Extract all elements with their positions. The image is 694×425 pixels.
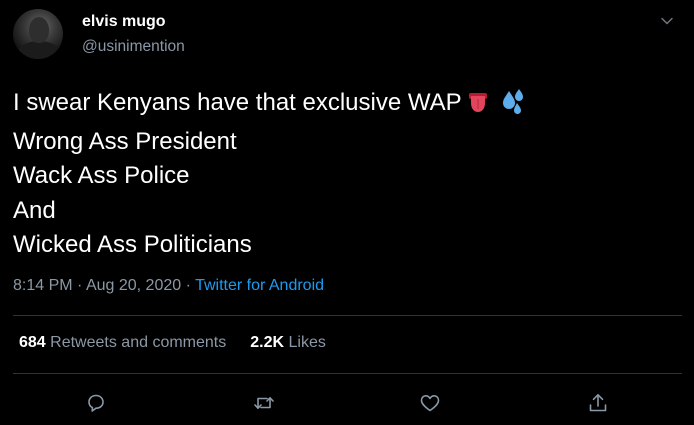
likes-stat[interactable]: 2.2K Likes (250, 334, 326, 351)
retweets-label: Retweets and comments (50, 334, 227, 351)
tweet-line-2: Wrong Ass President (13, 127, 237, 155)
tweet-date[interactable]: Aug 20, 2020 (86, 277, 181, 294)
sweat-droplets-emoji-icon (500, 88, 526, 125)
meta-separator-2: · (185, 277, 191, 294)
tweet-time[interactable]: 8:14 PM (13, 277, 73, 294)
tweet-line-4: And (13, 196, 56, 224)
tweet-line-1: I swear Kenyans have that exclusive WAP (13, 86, 526, 125)
share-icon[interactable] (586, 391, 610, 415)
tweet-card: elvis mugo @usinimention I swear Kenyans… (0, 0, 694, 425)
user-handle[interactable]: @usinimention (82, 37, 185, 57)
tweet-stats: 684 Retweets and comments 2.2K Likes (19, 333, 326, 353)
avatar-shoulders (17, 41, 61, 59)
like-icon[interactable] (418, 391, 442, 415)
tweet-meta: 8:14 PM · Aug 20, 2020 · Twitter for And… (13, 276, 324, 296)
likes-label: Likes (288, 334, 326, 351)
tweet-line-1-text: I swear Kenyans have that exclusive WAP (13, 89, 462, 116)
meta-separator: · (77, 277, 83, 294)
retweet-icon[interactable] (252, 391, 276, 415)
tweet-text: I swear Kenyans have that exclusive WAP … (13, 86, 526, 263)
tongue-emoji-icon (466, 90, 490, 125)
retweets-count: 684 (19, 334, 46, 351)
avatar[interactable] (13, 9, 63, 59)
tweet-source-link[interactable]: Twitter for Android (195, 277, 324, 294)
divider-top (13, 315, 682, 316)
reply-icon[interactable] (84, 391, 108, 415)
retweets-stat[interactable]: 684 Retweets and comments (19, 334, 226, 351)
divider-bottom (13, 373, 682, 374)
tweet-line-3: Wack Ass Police (13, 162, 190, 189)
chevron-down-icon[interactable] (660, 14, 674, 28)
likes-count: 2.2K (250, 334, 285, 351)
display-name[interactable]: elvis mugo (82, 12, 166, 32)
avatar-head (29, 17, 49, 43)
tweet-line-5: Wicked Ass Politicians (13, 231, 252, 258)
